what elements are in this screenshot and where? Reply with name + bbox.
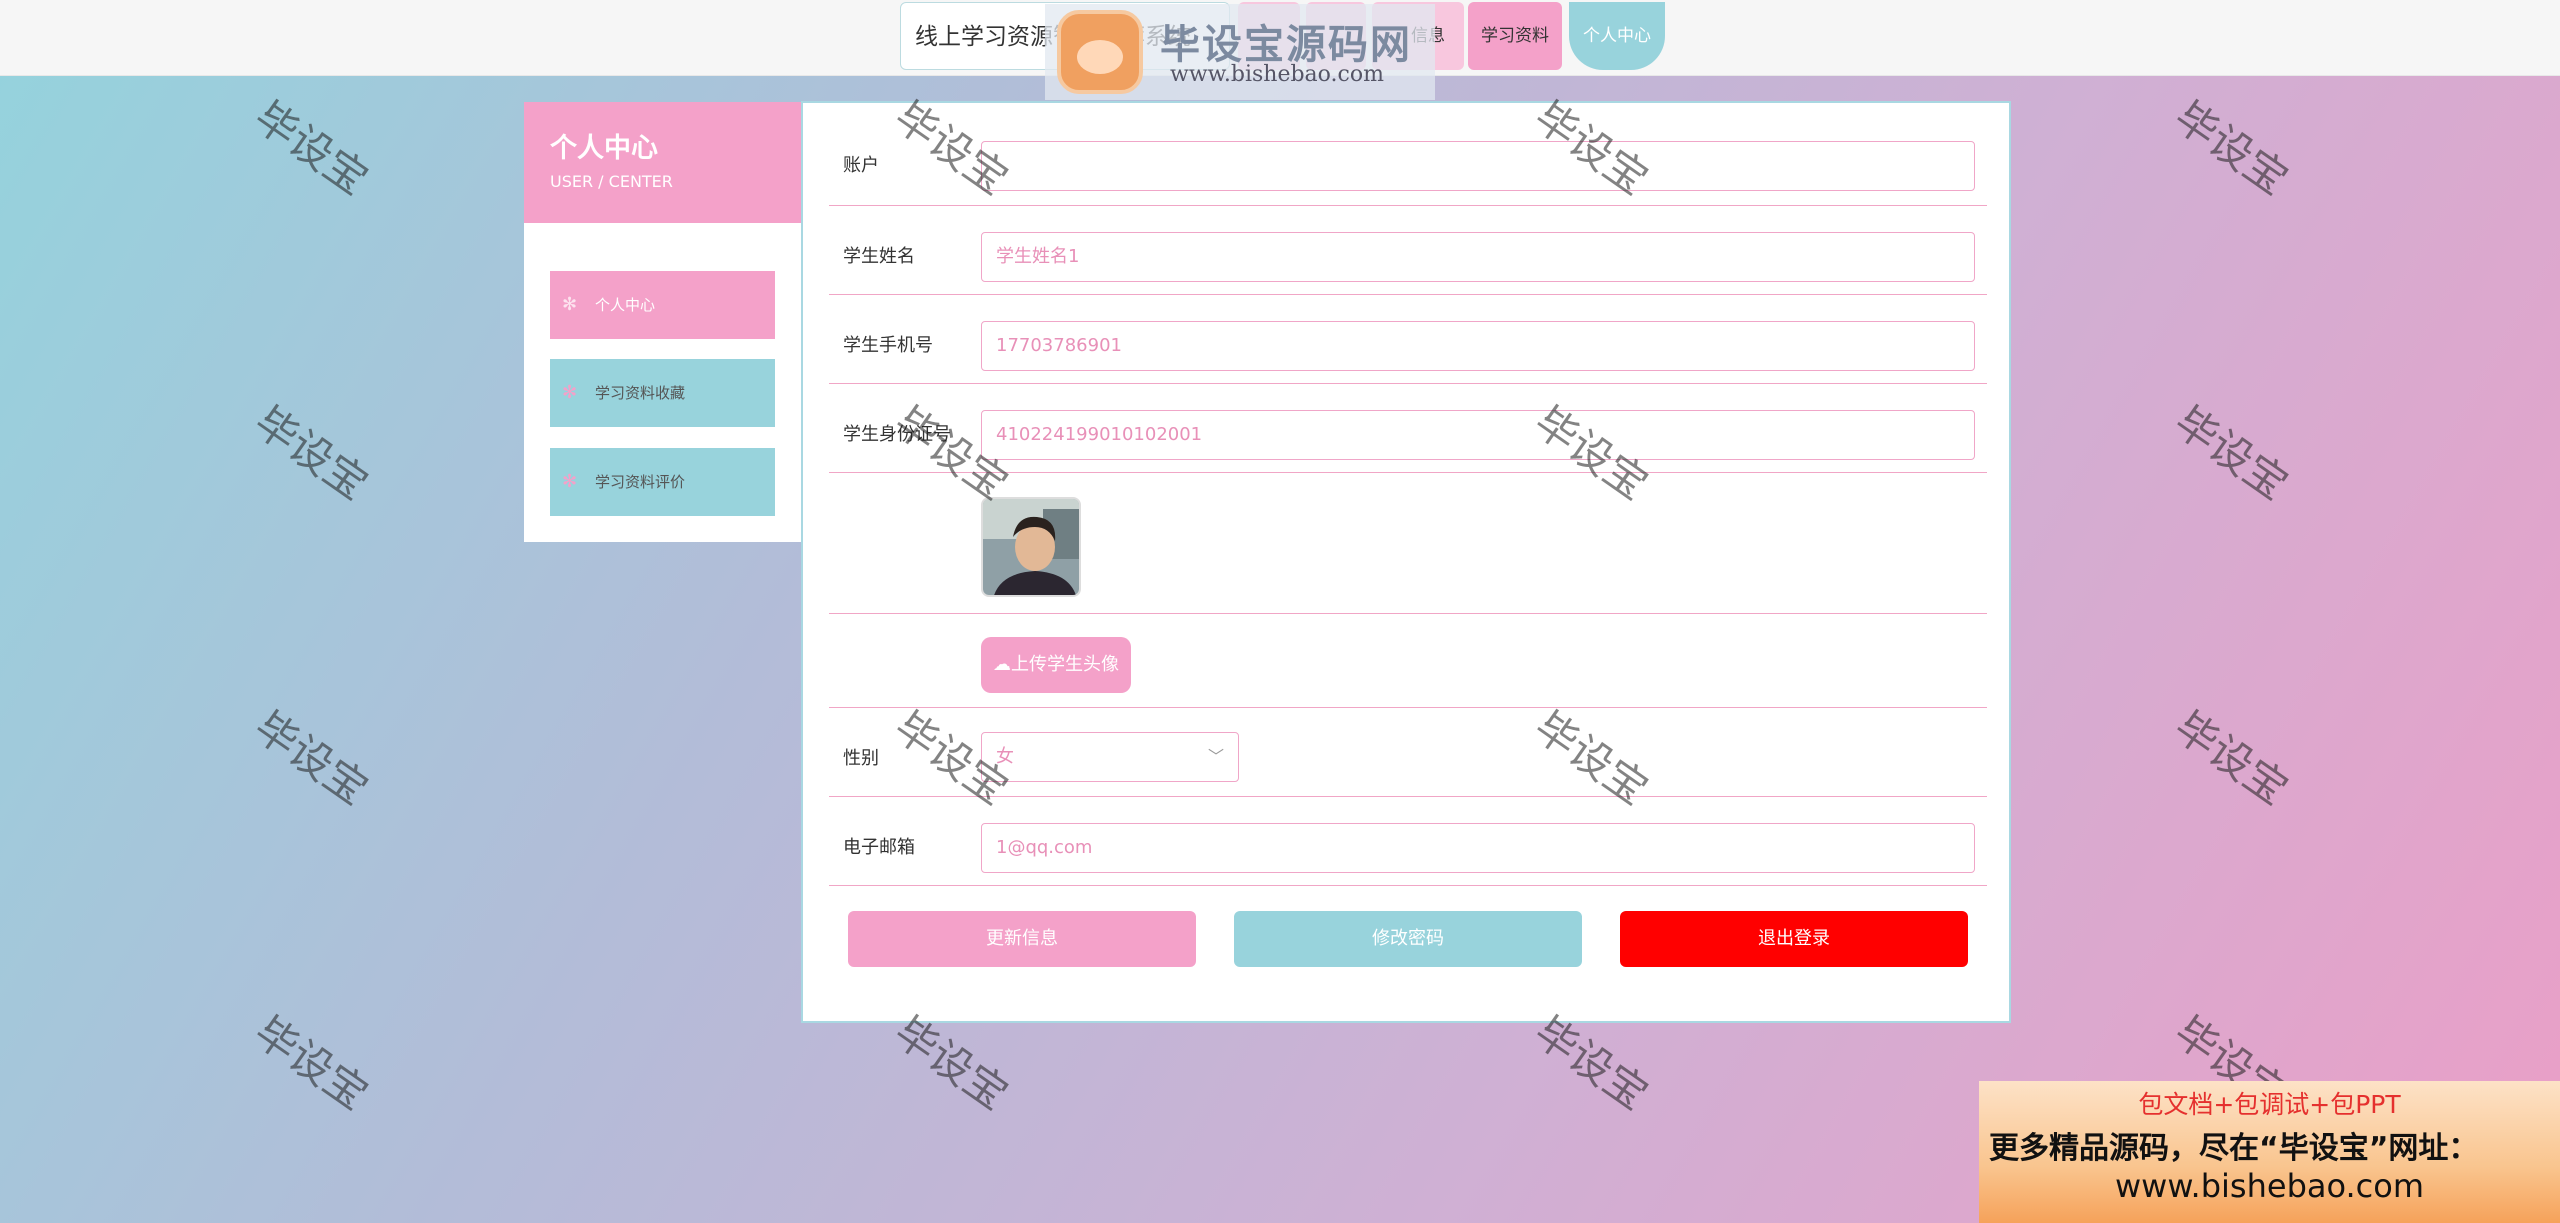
nav-item-personal-center[interactable]: 个人中心 bbox=[1569, 2, 1665, 70]
promo-url[interactable]: www.bishebao.com bbox=[1979, 1167, 2560, 1205]
gender-label: 性别 bbox=[843, 748, 879, 769]
form-row-avatar bbox=[829, 472, 1987, 614]
avatar-photo bbox=[983, 499, 1079, 595]
account-input[interactable] bbox=[981, 141, 1975, 191]
promo-line-1: 包文档+包调试+包PPT bbox=[2138, 1090, 2401, 1119]
form-row-email: 电子邮箱 1@qq.com bbox=[829, 796, 1987, 886]
watermark-text: 毕设宝 bbox=[2165, 396, 2297, 510]
watermark-text: 毕设宝 bbox=[2165, 701, 2297, 815]
logout-button[interactable]: 退出登录 bbox=[1620, 911, 1968, 967]
student-name-input[interactable]: 学生姓名1 bbox=[981, 232, 1975, 282]
sidebar-item-material-favorites[interactable]: ✻ 学习资料收藏 bbox=[550, 359, 775, 427]
sidebar-item-label: 个人中心 bbox=[595, 296, 656, 314]
student-phone-input[interactable]: 17703786901 bbox=[981, 321, 1975, 371]
form-row-name: 学生姓名 学生姓名1 bbox=[829, 205, 1987, 295]
watermark-logo: 毕设宝源码网 www.bishebao.com bbox=[1045, 4, 1435, 100]
student-name-label: 学生姓名 bbox=[843, 246, 915, 267]
watermark-text: 毕设宝 bbox=[245, 91, 377, 205]
sidebar-item-label: 学习资料评价 bbox=[595, 473, 686, 491]
sidebar-item-label: 学习资料收藏 bbox=[595, 384, 686, 402]
upload-avatar-button[interactable]: ☁上传学生头像 bbox=[981, 637, 1131, 693]
watermark-text: 毕设宝 bbox=[245, 396, 377, 510]
form-row-phone: 学生手机号 17703786901 bbox=[829, 294, 1987, 384]
sidebar-item-personal-center[interactable]: ✻ 个人中心 bbox=[550, 271, 775, 339]
change-password-button[interactable]: 修改密码 bbox=[1234, 911, 1582, 967]
account-label: 账户 bbox=[843, 155, 879, 176]
logo-icon bbox=[1057, 10, 1143, 94]
sidebar-subtitle: USER / CENTER bbox=[550, 172, 673, 191]
profile-form: 账户 学生姓名 学生姓名1 学生手机号 17703786901 学生身份证号 4… bbox=[801, 101, 2011, 1023]
form-row-upload: ☁上传学生头像 bbox=[829, 613, 1987, 708]
nav-item-learning-materials[interactable]: 学习资料 bbox=[1468, 2, 1562, 70]
watermark-text: 毕设宝 bbox=[245, 1006, 377, 1120]
email-input[interactable]: 1@qq.com bbox=[981, 823, 1975, 873]
update-info-button[interactable]: 更新信息 bbox=[848, 911, 1196, 967]
upload-avatar-label: 上传学生头像 bbox=[1011, 654, 1119, 675]
sidebar: 个人中心 USER / CENTER ✻ 个人中心 ✻ 学习资料收藏 ✻ 学习资… bbox=[524, 102, 801, 542]
snowflake-icon: ✻ bbox=[562, 382, 578, 403]
snowflake-icon: ✻ bbox=[562, 471, 578, 492]
promo-banner[interactable]: 包文档+包调试+包PPT 更多精品源码，尽在“毕设宝”网址： www.bishe… bbox=[1979, 1081, 2560, 1223]
sidebar-title: 个人中心 bbox=[550, 133, 658, 164]
chevron-down-icon: ﹀ bbox=[1207, 747, 1224, 766]
sidebar-item-material-reviews[interactable]: ✻ 学习资料评价 bbox=[550, 448, 775, 516]
snowflake-icon: ✻ bbox=[562, 294, 578, 315]
sidebar-header: 个人中心 USER / CENTER bbox=[524, 102, 801, 223]
cloud-upload-icon: ☁ bbox=[993, 654, 1011, 675]
student-avatar[interactable] bbox=[981, 497, 1081, 597]
student-phone-label: 学生手机号 bbox=[843, 335, 933, 356]
watermark-text: 毕设宝 bbox=[2165, 91, 2297, 205]
watermark-logo-url: www.bishebao.com bbox=[1170, 62, 1384, 87]
promo-line-2: 更多精品源码，尽在“毕设宝”网址： bbox=[1989, 1131, 2479, 1166]
student-idcard-input[interactable]: 410224199010102001 bbox=[981, 410, 1975, 460]
watermark-text: 毕设宝 bbox=[245, 701, 377, 815]
gender-select[interactable]: 女 ﹀ bbox=[981, 732, 1239, 782]
email-label: 电子邮箱 bbox=[843, 837, 915, 858]
